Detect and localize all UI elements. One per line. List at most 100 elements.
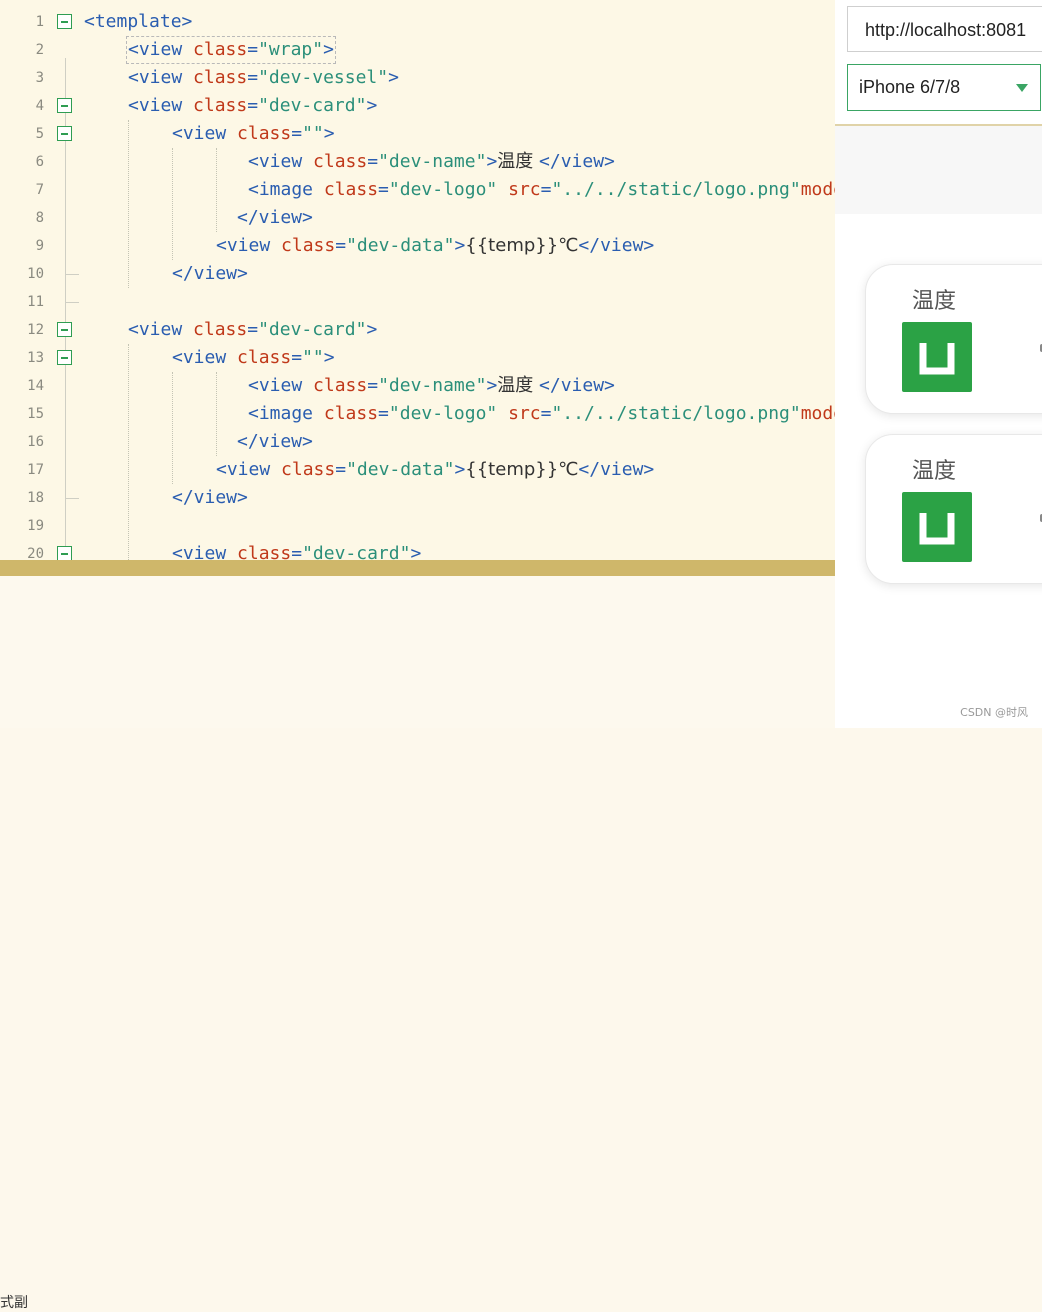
code-line[interactable]: 15 <image class="dev-logo" src="../../sta… bbox=[0, 400, 835, 428]
collapse-box-icon[interactable] bbox=[57, 98, 72, 113]
code-token: > bbox=[486, 151, 498, 172]
collapse-box-icon[interactable] bbox=[57, 126, 72, 141]
code-token: "" bbox=[302, 123, 324, 144]
code-token: "dev-data" bbox=[346, 459, 455, 480]
code-text: <view class="dev-data">{{temp}}℃</view> bbox=[216, 458, 654, 482]
code-text: <image class="dev-logo" src="../../stati… bbox=[248, 178, 835, 202]
code-text: </view> bbox=[237, 206, 313, 230]
code-line[interactable]: 5 <view class=""> bbox=[0, 120, 835, 148]
code-token: <view bbox=[172, 123, 238, 144]
code-line[interactable]: 10 </view> bbox=[0, 260, 835, 288]
code-token: = bbox=[247, 319, 259, 340]
code-token: <view bbox=[248, 151, 314, 172]
code-line[interactable]: 20 <view class="dev-card"> bbox=[0, 540, 835, 560]
line-number: 13 bbox=[27, 350, 44, 366]
code-token: class bbox=[323, 403, 379, 424]
code-line[interactable]: 8 </view> bbox=[0, 204, 835, 232]
code-token: "../../static/logo.png" bbox=[551, 403, 801, 424]
code-token: </view> bbox=[539, 151, 615, 172]
code-token: </view> bbox=[172, 263, 248, 284]
code-token: <view bbox=[216, 235, 282, 256]
line-number: 11 bbox=[27, 294, 44, 310]
code-token: class bbox=[281, 235, 336, 256]
bottom-panel: 式副 bbox=[0, 576, 835, 1311]
device-select[interactable]: iPhone 6/7/8 bbox=[847, 64, 1041, 111]
code-token: = bbox=[367, 151, 379, 172]
code-token: class bbox=[281, 459, 336, 480]
code-line[interactable]: 6 <view class="dev-name">温度 </view> bbox=[0, 148, 835, 176]
code-line[interactable]: 18 </view> bbox=[0, 484, 835, 512]
code-line[interactable]: 11 bbox=[0, 288, 835, 316]
code-line[interactable]: 13 <view class=""> bbox=[0, 344, 835, 372]
code-token: "dev-card" bbox=[258, 319, 367, 340]
code-text: <view class="dev-name">温度 </view> bbox=[248, 374, 615, 398]
code-line[interactable]: 12 <view class="dev-card"> bbox=[0, 316, 835, 344]
uniapp-logo-icon bbox=[902, 492, 972, 562]
code-line[interactable]: 1 <template> bbox=[0, 8, 835, 36]
code-text: <view class="dev-card"> bbox=[128, 318, 377, 342]
code-token: <view bbox=[216, 459, 282, 480]
code-token: </view> bbox=[237, 431, 313, 452]
code-token: > bbox=[323, 123, 335, 144]
collapse-box-icon[interactable] bbox=[57, 322, 72, 337]
line-number: 15 bbox=[27, 406, 44, 422]
code-token: mode bbox=[800, 179, 835, 200]
line-number: 20 bbox=[27, 546, 44, 560]
code-token: = bbox=[367, 375, 379, 396]
code-line[interactable]: 19 bbox=[0, 512, 835, 540]
simulator-toolbar: http://localhost:8081 iPhone 6/7/8 bbox=[835, 0, 1042, 126]
code-token: </view> bbox=[539, 375, 615, 396]
line-number: 16 bbox=[27, 434, 44, 450]
collapse-box-icon[interactable] bbox=[57, 14, 72, 29]
code-text: <view class="wrap"> bbox=[126, 36, 336, 64]
code-token: = bbox=[247, 95, 259, 116]
code-token: "dev-logo" bbox=[388, 179, 498, 200]
code-token: "../../static/logo.png" bbox=[551, 179, 801, 200]
code-line[interactable]: 3 <view class="dev-vessel"> bbox=[0, 64, 835, 92]
uniapp-logo-icon bbox=[902, 322, 972, 392]
code-token: {{temp}}℃ bbox=[465, 459, 579, 480]
code-token: "dev-name" bbox=[378, 151, 487, 172]
code-token: = bbox=[378, 403, 389, 424]
code-token: = bbox=[540, 179, 552, 200]
code-line[interactable]: 2 <view class="wrap"> bbox=[0, 36, 835, 64]
code-token: </view> bbox=[172, 487, 248, 508]
line-number: 18 bbox=[27, 490, 44, 506]
code-token: <image bbox=[248, 403, 324, 424]
code-token: <view bbox=[128, 319, 194, 340]
dropdown-arrow-icon bbox=[1016, 84, 1028, 92]
code-line[interactable]: 9 <view class="dev-data">{{temp}}℃</view> bbox=[0, 232, 835, 260]
watermark: CSDN @时风 bbox=[960, 706, 1028, 719]
code-text: <view class="dev-card"> bbox=[172, 542, 421, 560]
collapse-box-icon[interactable] bbox=[57, 546, 72, 560]
code-token: 温度 bbox=[497, 375, 540, 396]
code-editor[interactable]: 1 <template> 2 <view class="wrap"> 3 <view cl… bbox=[0, 0, 835, 560]
line-number: 10 bbox=[27, 266, 44, 282]
code-token: = bbox=[291, 543, 303, 560]
code-token: > bbox=[366, 319, 378, 340]
code-line[interactable]: 4 <view class="dev-card"> bbox=[0, 92, 835, 120]
code-token: "dev-name" bbox=[378, 375, 487, 396]
code-token: = bbox=[540, 403, 552, 424]
code-line[interactable]: 14 <view class="dev-name">温度 </view> bbox=[0, 372, 835, 400]
code-text: </view> bbox=[172, 486, 248, 510]
code-token: class bbox=[193, 39, 248, 60]
code-token: > bbox=[410, 543, 422, 560]
code-text: <view class="dev-data">{{temp}}℃</view> bbox=[216, 234, 654, 258]
code-line[interactable]: 16 </view> bbox=[0, 428, 835, 456]
collapse-box-icon[interactable] bbox=[57, 350, 72, 365]
code-token: mode bbox=[800, 403, 835, 424]
panel-splitter[interactable] bbox=[0, 560, 835, 576]
line-number: 12 bbox=[27, 322, 44, 338]
code-line[interactable]: 17 <view class="dev-data">{{temp}}℃</view… bbox=[0, 456, 835, 484]
code-line[interactable]: 7 <image class="dev-logo" src="../../stat… bbox=[0, 176, 835, 204]
code-text: <view class=""> bbox=[172, 346, 335, 370]
code-token: = bbox=[378, 179, 389, 200]
url-field[interactable]: http://localhost:8081 bbox=[847, 6, 1042, 52]
code-token: > bbox=[454, 459, 466, 480]
code-token: > bbox=[388, 67, 399, 88]
code-token: "wrap" bbox=[258, 39, 324, 60]
code-token: = bbox=[247, 39, 259, 60]
code-token: class bbox=[313, 151, 368, 172]
